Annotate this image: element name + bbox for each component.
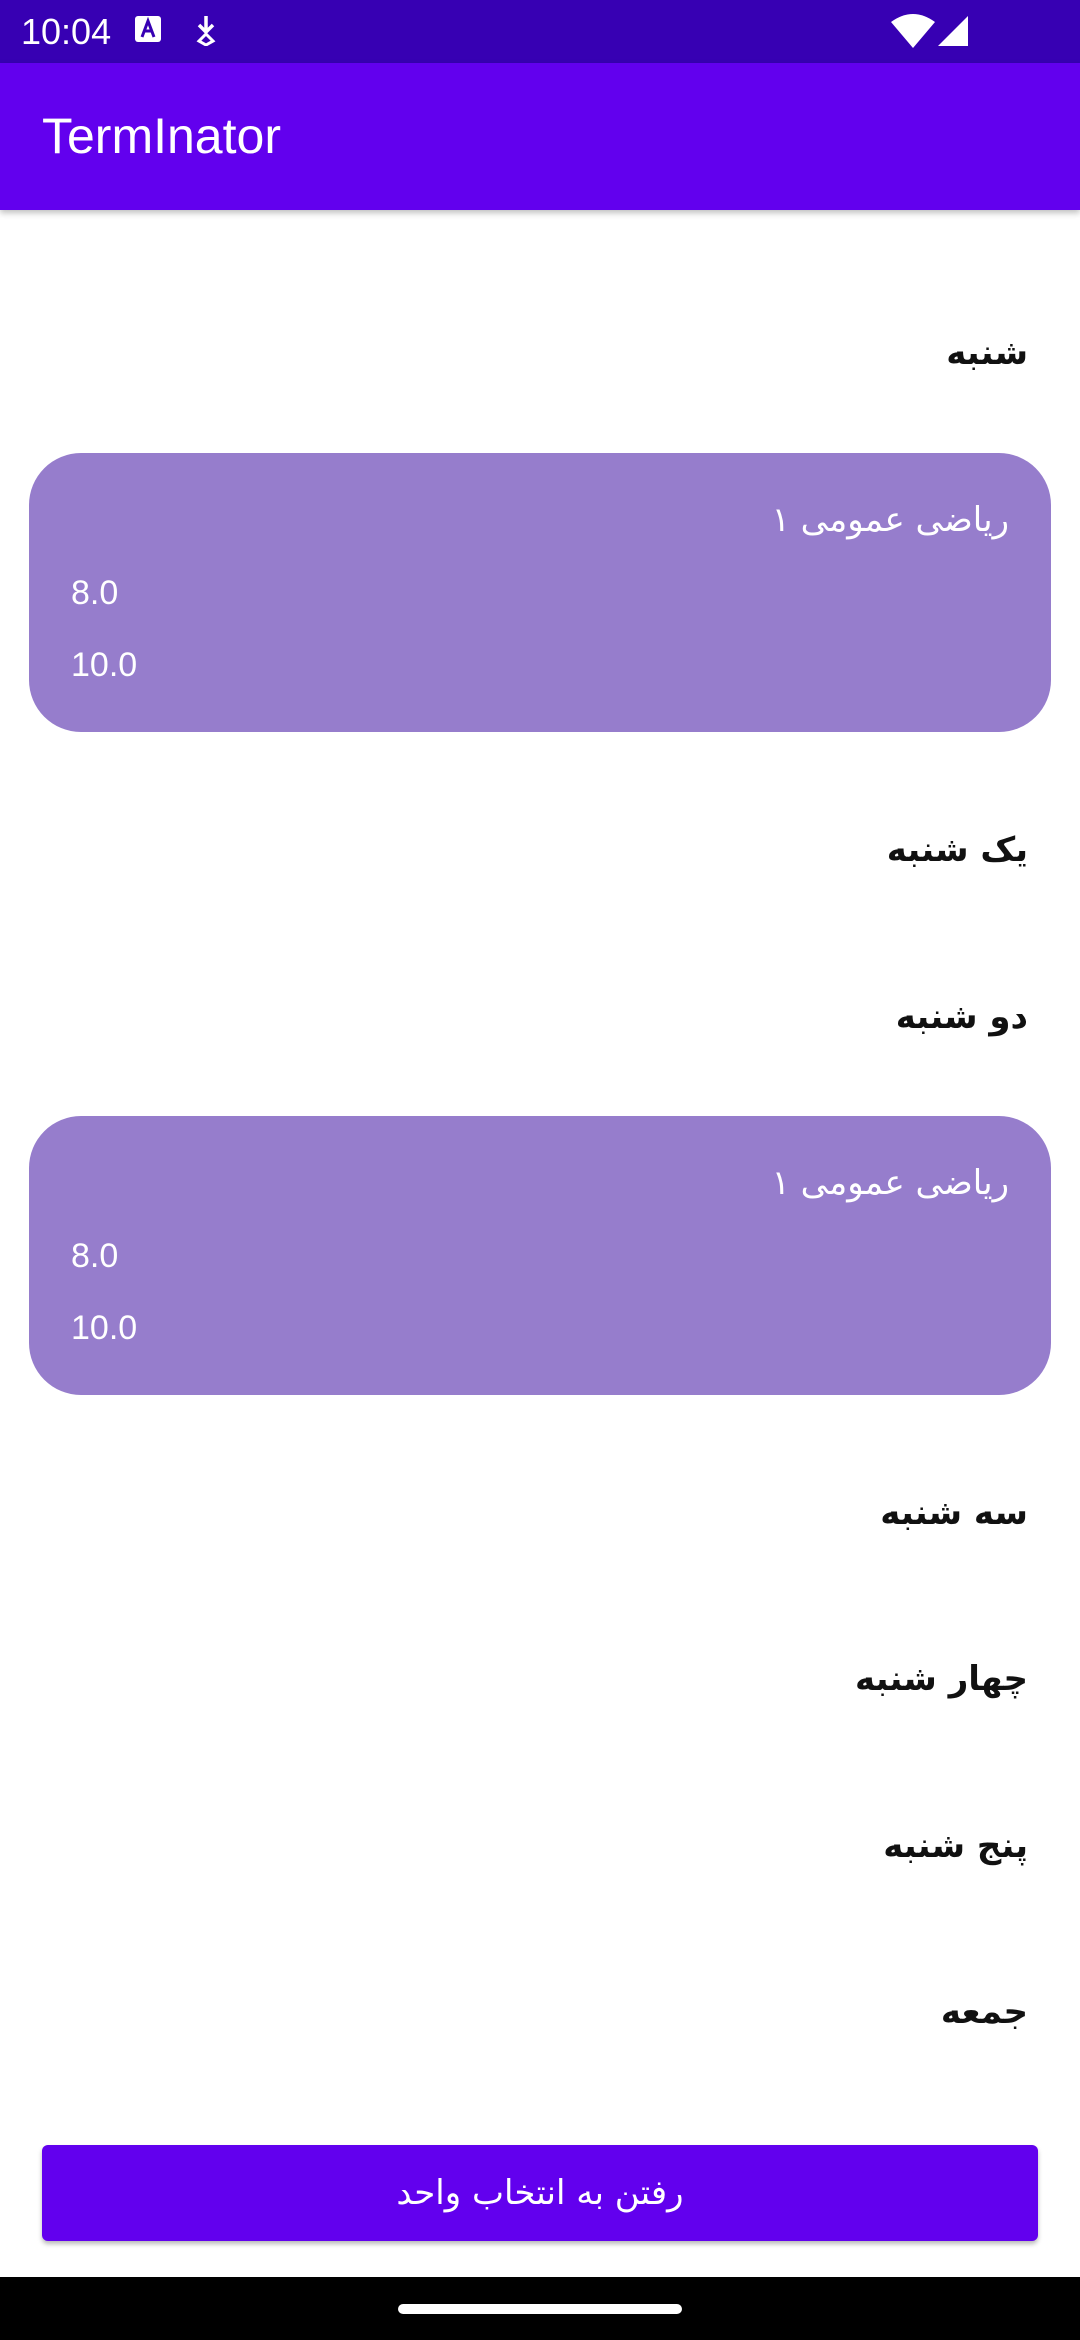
course-name: ریاضی عمومی ۱ xyxy=(771,500,1009,540)
class-card[interactable]: ریاضی عمومی ۱ 8.0 10.0 xyxy=(29,453,1051,732)
day-heading-wednesday: چهار شنبه xyxy=(855,1659,1028,1699)
text-a-icon xyxy=(135,16,161,42)
start-time: 8.0 xyxy=(71,574,119,612)
day-heading-friday: جمعه xyxy=(940,1992,1028,2032)
signal-icon xyxy=(938,16,968,46)
end-time: 10.0 xyxy=(71,1309,138,1347)
wifi-icon xyxy=(891,14,935,48)
course-name: ریاضی عمومی ۱ xyxy=(771,1163,1009,1203)
day-heading-thursday: پنج شنبه xyxy=(883,1826,1028,1866)
start-time: 8.0 xyxy=(71,1237,119,1275)
status-bar: 10:04 xyxy=(0,0,1080,63)
day-heading-tuesday: سه شنبه xyxy=(880,1493,1028,1533)
day-heading-monday: دو شنبه xyxy=(895,997,1028,1037)
end-time: 10.0 xyxy=(71,646,138,684)
navigation-bar xyxy=(0,2277,1080,2340)
app-title: TermInator xyxy=(42,108,281,164)
home-gesture-handle[interactable] xyxy=(398,2304,682,2314)
app-bar: TermInator xyxy=(0,63,1080,210)
status-time: 10:04 xyxy=(21,11,112,52)
day-heading-sunday: یک شنبه xyxy=(886,830,1028,870)
download-icon xyxy=(196,16,216,46)
day-heading-saturday: شنبه xyxy=(946,333,1028,373)
class-card[interactable]: ریاضی عمومی ۱ 8.0 10.0 xyxy=(29,1116,1051,1395)
go-to-course-selection-button[interactable]: رفتن به انتخاب واحد xyxy=(42,2145,1038,2241)
